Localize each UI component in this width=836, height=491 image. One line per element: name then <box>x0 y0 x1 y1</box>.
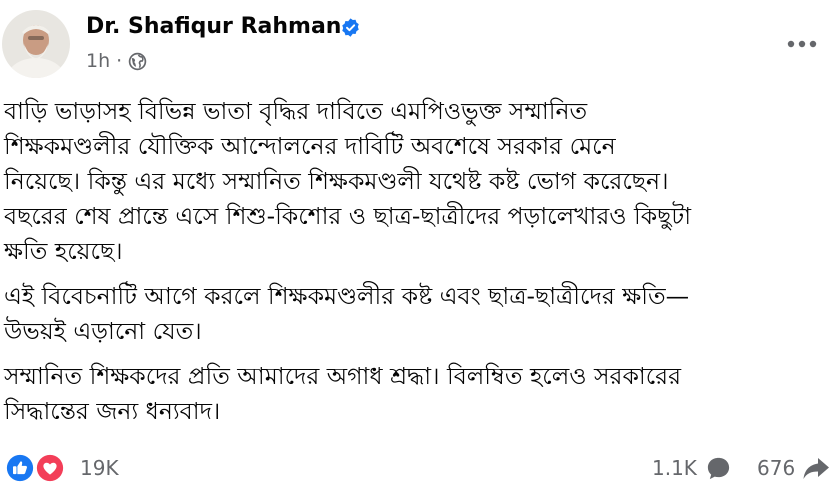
post-paragraph: এই বিবেচনাটি আগে করলে শিক্ষকমণ্ডলীর কষ্ট… <box>4 282 690 345</box>
post-text: বাড়ি ভাড়াসহ বিভিন্ন ভাতা বৃদ্ধির দাবিত… <box>4 94 830 439</box>
author-name[interactable]: Dr. Shafiqur Rahman <box>86 14 341 39</box>
comment-icon <box>707 457 730 479</box>
reactions-summary[interactable]: 19K <box>4 452 119 484</box>
post-paragraph: বাড়ি ভাড়াসহ বিভিন্ন ভাতা বৃদ্ধির দাবিত… <box>4 97 692 265</box>
post-timestamp[interactable]: 1h <box>86 50 110 72</box>
post-card: Dr. Shafiqur Rahman 1h · বাড়ি ভাড়াসহ ব… <box>0 0 836 491</box>
post-paragraph: সম্মানিত শিক্ষকদের প্রতি আমাদের অগাধ শ্র… <box>4 362 682 425</box>
share-icon <box>803 458 830 479</box>
meta-separator: · <box>116 50 123 72</box>
comments-link[interactable]: 1.1K <box>652 452 732 484</box>
like-icon <box>4 452 36 484</box>
share-count: 676 <box>757 456 796 480</box>
post-meta: 1h · <box>86 50 147 72</box>
shares-link[interactable]: 676 <box>757 452 831 484</box>
verified-badge-icon <box>342 18 359 37</box>
reaction-icons <box>4 452 72 484</box>
author-avatar[interactable] <box>2 10 70 78</box>
comment-count: 1.1K <box>652 456 697 480</box>
more-options-button[interactable] <box>778 24 826 64</box>
love-icon <box>34 452 66 484</box>
reaction-count: 19K <box>80 456 119 480</box>
more-horizontal-icon <box>787 40 817 48</box>
globe-icon[interactable] <box>128 52 147 71</box>
